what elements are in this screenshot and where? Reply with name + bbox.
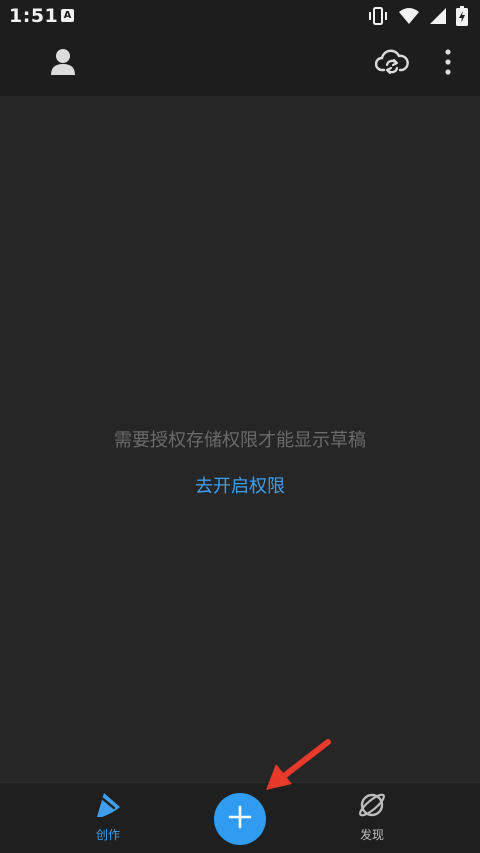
- pen-create-icon: [93, 791, 123, 823]
- app-header: [0, 32, 480, 96]
- cloud-sync-button[interactable]: [370, 44, 414, 84]
- grant-permission-link[interactable]: 去开启权限: [0, 472, 480, 498]
- signal-icon: [429, 7, 447, 25]
- status-icons: [367, 6, 468, 26]
- battery-charging-icon: [456, 6, 468, 26]
- wifi-icon: [398, 7, 420, 25]
- empty-state-message: 需要授权存储权限才能显示草稿: [114, 430, 366, 451]
- status-bar: 1:51 A: [0, 0, 480, 32]
- nav-label-create: 创作: [95, 828, 120, 842]
- planet-icon: [357, 791, 387, 823]
- nav-label-discover: 发现: [359, 828, 384, 842]
- plus-icon: [228, 805, 252, 833]
- more-options-button[interactable]: [436, 44, 460, 84]
- person-icon: [50, 48, 76, 80]
- more-vertical-icon: [445, 49, 451, 79]
- cloud-sync-icon: [374, 49, 409, 79]
- new-draft-fab[interactable]: [214, 793, 266, 845]
- status-time: 1:51: [9, 5, 59, 27]
- notification-icon: A: [61, 9, 74, 22]
- nav-item-create[interactable]: 创作: [68, 791, 148, 847]
- vibrate-icon: [367, 7, 389, 25]
- account-button[interactable]: [43, 44, 83, 84]
- drafts-area: 需要授权存储权限才能显示草稿 去开启权限: [0, 96, 480, 782]
- nav-item-discover[interactable]: 发现: [332, 791, 412, 847]
